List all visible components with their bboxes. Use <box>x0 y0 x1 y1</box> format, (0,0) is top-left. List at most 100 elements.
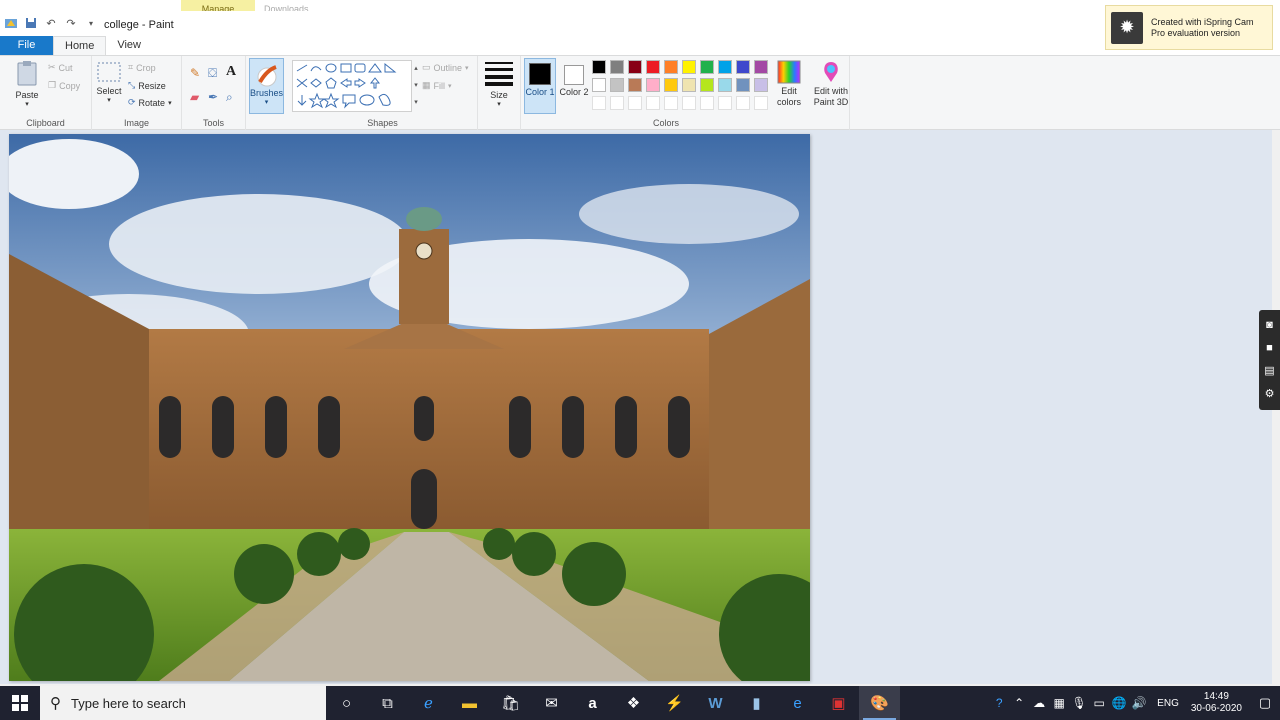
canvas-workspace[interactable] <box>0 130 1272 684</box>
custom-color-slot[interactable] <box>700 96 714 110</box>
resize-button[interactable]: ⤡ Resize <box>128 80 166 91</box>
clock[interactable]: 14:49 30-06-2020 <box>1191 691 1242 715</box>
redo-icon[interactable]: ↷ <box>64 16 78 30</box>
palette-color-swatch[interactable] <box>718 78 732 92</box>
size-button[interactable]: Size ▾ <box>482 60 516 108</box>
color1-button[interactable]: Color 1 <box>524 58 556 114</box>
copy-button[interactable]: ❐ Copy <box>48 80 80 91</box>
cortana-icon[interactable]: ○ <box>326 686 367 720</box>
amazon-icon[interactable]: a <box>572 686 613 720</box>
palette-color-swatch[interactable] <box>700 78 714 92</box>
edit-with-paint3d-button[interactable]: Edit with Paint 3D <box>811 60 851 108</box>
brushes-dropdown-icon[interactable]: ▾ <box>250 98 283 106</box>
select-dropdown-icon[interactable]: ▾ <box>94 96 124 104</box>
eraser-icon[interactable]: ▰ <box>190 90 199 104</box>
shapes-gallery-scroll[interactable]: ▴ ▾ ▾ <box>412 60 420 112</box>
palette-color-swatch[interactable] <box>646 78 660 92</box>
tab-file[interactable]: File <box>0 36 53 55</box>
palette-color-swatch[interactable] <box>592 60 606 74</box>
pencil-icon[interactable]: ✎ <box>190 66 200 80</box>
cut-button[interactable]: ✂ Cut <box>48 62 73 73</box>
edge-icon[interactable]: ℯ <box>408 686 449 720</box>
custom-color-slot[interactable] <box>754 96 768 110</box>
dropbox-icon[interactable]: ❖ <box>613 686 654 720</box>
custom-color-slot[interactable] <box>646 96 660 110</box>
palette-color-swatch[interactable] <box>682 78 696 92</box>
save-icon[interactable] <box>24 16 38 30</box>
brushes-button[interactable]: Brushes ▾ <box>249 58 284 114</box>
custom-color-slot[interactable] <box>628 96 642 110</box>
palette-color-swatch[interactable] <box>592 78 606 92</box>
tab-view[interactable]: View <box>106 36 152 55</box>
taskbar-search-box[interactable]: ⚲ Type here to search <box>40 686 326 720</box>
outline-button[interactable]: ▭ Outline ▾ <box>422 62 469 73</box>
palette-color-swatch[interactable] <box>610 78 624 92</box>
palette-color-swatch[interactable] <box>628 60 642 74</box>
help-icon[interactable]: ? <box>989 696 1009 710</box>
tab-home[interactable]: Home <box>53 36 107 55</box>
notification-center-icon[interactable]: ▢ <box>1250 695 1280 711</box>
undo-icon[interactable]: ↶ <box>44 16 58 30</box>
paint-app-icon[interactable] <box>4 16 18 30</box>
palette-color-swatch[interactable] <box>664 60 678 74</box>
winamp-icon[interactable]: ⚡ <box>654 686 695 720</box>
image-canvas[interactable] <box>9 134 810 681</box>
palette-color-swatch[interactable] <box>754 78 768 92</box>
ispring-recorder-icon[interactable]: ▣ <box>818 686 859 720</box>
paste-button[interactable]: Paste ▾ <box>10 60 44 108</box>
palette-color-swatch[interactable] <box>682 60 696 74</box>
text-tool-icon[interactable]: A <box>226 64 236 80</box>
magnifier-icon[interactable]: ⌕ <box>226 90 233 105</box>
context-tab-manage[interactable]: Manage <box>181 0 255 11</box>
onedrive-icon[interactable]: ☁ <box>1029 696 1049 710</box>
color2-button[interactable]: Color 2 <box>559 58 589 114</box>
internet-explorer-icon[interactable]: e <box>777 686 818 720</box>
video-icon[interactable]: ■ <box>1266 343 1273 354</box>
word-icon[interactable]: W <box>695 686 736 720</box>
show-hidden-icons[interactable]: ⌃ <box>1009 696 1029 710</box>
custom-color-slot[interactable] <box>610 96 624 110</box>
microphone-icon[interactable]: 🎙 <box>1069 696 1089 710</box>
paste-dropdown-icon[interactable]: ▾ <box>10 100 44 108</box>
custom-color-slot[interactable] <box>718 96 732 110</box>
palette-color-swatch[interactable] <box>646 60 660 74</box>
start-button[interactable] <box>0 686 40 720</box>
camera-icon[interactable]: ◙ <box>1266 320 1273 331</box>
context-tab-downloads[interactable]: Downloads <box>264 0 309 11</box>
fill-button[interactable]: ▦ Fill ▾ <box>422 80 452 91</box>
palette-color-swatch[interactable] <box>700 60 714 74</box>
network-tray-icon[interactable]: ▦ <box>1049 696 1069 710</box>
palette-color-swatch[interactable] <box>610 60 624 74</box>
globe-icon[interactable]: 🌐 <box>1109 696 1129 710</box>
color-picker-icon[interactable]: ✒ <box>208 90 218 104</box>
rotate-button[interactable]: ⟳ Rotate ▾ <box>128 97 172 108</box>
file-explorer-icon[interactable]: ▬ <box>449 686 490 720</box>
notepad-icon[interactable]: ▮ <box>736 686 777 720</box>
fill-bucket-icon[interactable]: ⛋ <box>208 66 217 81</box>
palette-color-swatch[interactable] <box>664 78 678 92</box>
mail-icon[interactable]: ✉ <box>531 686 572 720</box>
custom-color-slot[interactable] <box>664 96 678 110</box>
custom-color-slot[interactable] <box>736 96 750 110</box>
gallery-icon[interactable]: ▤ <box>1264 366 1274 377</box>
palette-color-swatch[interactable] <box>628 78 642 92</box>
input-language[interactable]: ENG <box>1157 698 1179 709</box>
rotate-dropdown-icon[interactable]: ▾ <box>168 99 172 107</box>
paint-taskbar-icon[interactable]: 🎨 <box>859 686 900 720</box>
battery-icon[interactable]: ▭ <box>1089 696 1109 710</box>
palette-color-swatch[interactable] <box>736 60 750 74</box>
custom-color-slot[interactable] <box>682 96 696 110</box>
customize-qat-icon[interactable]: ▾ <box>84 16 98 30</box>
shapes-gallery[interactable] <box>292 60 412 112</box>
custom-color-slot[interactable] <box>592 96 606 110</box>
select-button[interactable]: Select ▾ <box>94 62 124 104</box>
settings-gear-icon[interactable]: ⚙ <box>1265 389 1275 400</box>
task-view-icon[interactable]: ⧉ <box>367 686 408 720</box>
palette-color-swatch[interactable] <box>718 60 732 74</box>
edit-colors-button[interactable]: Edit colors <box>773 60 805 108</box>
crop-button[interactable]: ⌗ Crop <box>128 62 156 73</box>
store-icon[interactable]: 🛍 <box>490 686 531 720</box>
volume-icon[interactable]: 🔊 <box>1129 696 1149 710</box>
palette-color-swatch[interactable] <box>736 78 750 92</box>
palette-color-swatch[interactable] <box>754 60 768 74</box>
